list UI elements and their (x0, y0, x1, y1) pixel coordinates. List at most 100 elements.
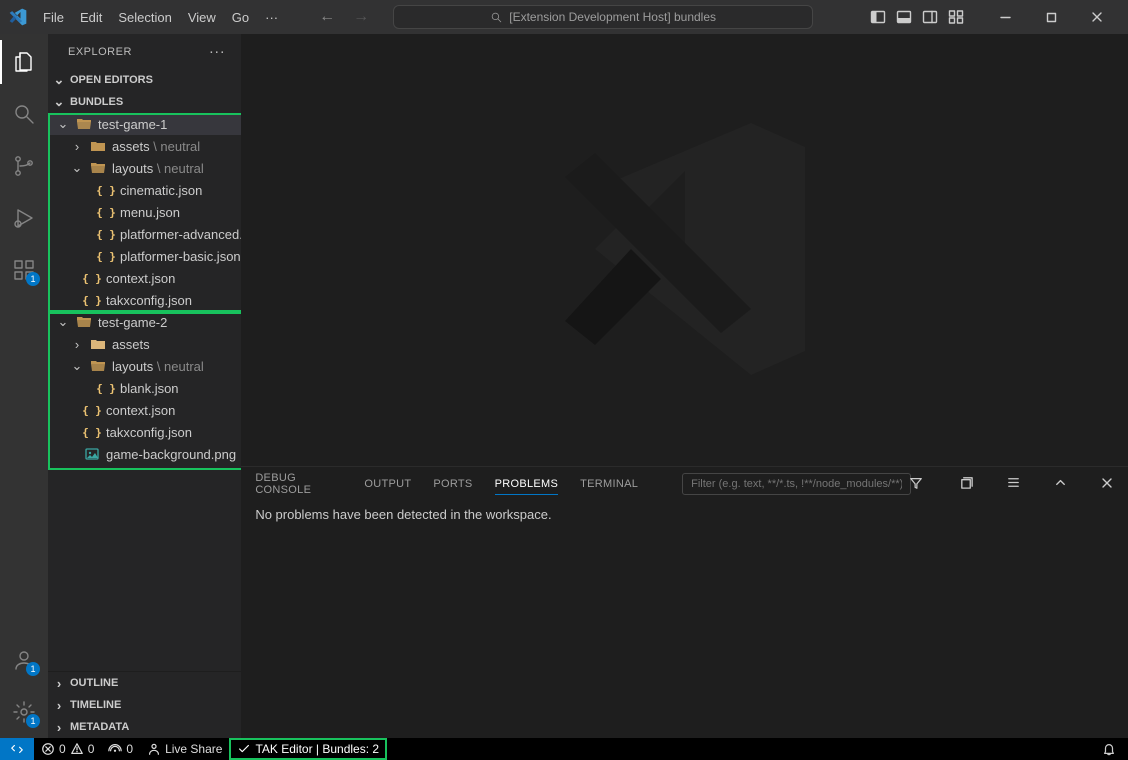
tab-ports[interactable]: PORTS (433, 474, 472, 494)
tab-terminal[interactable]: TERMINAL (580, 474, 638, 494)
bottom-panel: DEBUG CONSOLE OUTPUT PORTS PROBLEMS TERM… (241, 466, 1128, 738)
tree-folder-test-game-2[interactable]: ⌄ test-game-2 (48, 311, 241, 333)
layout-customize-icon[interactable] (948, 9, 964, 25)
tree-label: game-background.png (106, 447, 236, 462)
tree-folder-assets[interactable]: › assets \ neutral (48, 135, 241, 157)
activity-search[interactable] (0, 92, 48, 136)
tree-label: context.json (106, 403, 175, 418)
json-icon: { } (84, 270, 100, 286)
section-metadata[interactable]: ›METADATA (48, 716, 241, 738)
sidebar-more-icon[interactable]: ··· (209, 43, 226, 60)
window-maximize-icon[interactable] (1028, 0, 1074, 34)
json-icon: { } (84, 402, 100, 418)
layout-sidebar-left-icon[interactable] (870, 9, 886, 25)
status-ports-count: 0 (126, 742, 133, 756)
activity-scm[interactable] (0, 144, 48, 188)
command-center[interactable]: [Extension Development Host] bundles (393, 5, 813, 29)
sidebar-explorer: EXPLORER ··· ⌄ OPEN EDITORS ⌄ BUNDLES ⌄ … (48, 34, 241, 738)
tree-label: takxconfig.json (106, 293, 192, 308)
tree-label: context.json (106, 271, 175, 286)
folder-open-icon (90, 358, 106, 374)
status-errors-warnings[interactable]: 0 0 (34, 738, 101, 760)
activity-extensions[interactable]: 1 (0, 248, 48, 292)
tree-file[interactable]: { }platformer-basic.json (48, 245, 241, 267)
menu-more[interactable]: ··· (258, 6, 285, 29)
title-bar: File Edit Selection View Go ··· ← → [Ext… (0, 0, 1128, 34)
panel-tabs: DEBUG CONSOLE OUTPUT PORTS PROBLEMS TERM… (241, 467, 1128, 501)
sidebar-collapsed-sections: ›OUTLINE ›TIMELINE ›METADATA (48, 671, 241, 738)
tab-output[interactable]: OUTPUT (364, 474, 411, 494)
menu-edit[interactable]: Edit (73, 6, 109, 29)
collapse-all-icon[interactable] (959, 475, 974, 493)
tree-file[interactable]: game-background.png (48, 443, 241, 465)
menu-go[interactable]: Go (225, 6, 256, 29)
layout-panel-icon[interactable] (896, 9, 912, 25)
chevron-right-icon: › (52, 698, 66, 713)
sidebar-title: EXPLORER ··· (48, 34, 241, 69)
window-close-icon[interactable] (1074, 0, 1120, 34)
editor-canvas (241, 34, 1128, 466)
status-notifications[interactable] (1090, 738, 1128, 760)
tree-label: cinematic.json (120, 183, 202, 198)
command-center-text: [Extension Development Host] bundles (509, 10, 716, 24)
tree-file[interactable]: { } context.json (48, 399, 241, 421)
tree-folder-test-game-1[interactable]: ⌄ test-game-1 (48, 113, 241, 135)
tab-problems[interactable]: PROBLEMS (495, 474, 559, 495)
section-label: BUNDLES (70, 96, 123, 108)
activity-settings[interactable]: 1 (0, 690, 48, 734)
section-outline[interactable]: ›OUTLINE (48, 672, 241, 694)
tab-debug-console[interactable]: DEBUG CONSOLE (255, 468, 342, 500)
remote-indicator[interactable] (0, 738, 34, 760)
editor-area: DEBUG CONSOLE OUTPUT PORTS PROBLEMS TERM… (241, 34, 1128, 738)
status-errors-count: 0 (59, 742, 66, 756)
menu-selection[interactable]: Selection (111, 6, 178, 29)
chevron-down-icon: ⌄ (70, 358, 84, 374)
tree-label: test-game-2 (98, 315, 167, 330)
tree-file[interactable]: { }platformer-advanced.json (48, 223, 241, 245)
tree-file[interactable]: { } context.json (48, 267, 241, 289)
chevron-down-icon: ⌄ (52, 94, 66, 110)
nav-back-icon[interactable]: ← (319, 8, 335, 26)
problems-filter-input[interactable] (682, 473, 911, 495)
tree-file[interactable]: { }menu.json (48, 201, 241, 223)
filter-icon[interactable] (909, 476, 923, 493)
tree-folder-layouts[interactable]: ⌄ layouts \ neutral (48, 157, 241, 179)
status-tak-label: TAK Editor | Bundles: 2 (255, 742, 379, 756)
layout-sidebar-right-icon[interactable] (922, 9, 938, 25)
tree-file[interactable]: { }blank.json (48, 377, 241, 399)
tree-file[interactable]: { }cinematic.json (48, 179, 241, 201)
view-as-list-icon[interactable] (1006, 475, 1021, 493)
settings-badge: 1 (26, 714, 40, 728)
section-label: OPEN EDITORS (70, 74, 153, 86)
section-bundles[interactable]: ⌄ BUNDLES (48, 91, 241, 113)
chevron-right-icon: › (52, 676, 66, 691)
window-minimize-icon[interactable] (982, 0, 1028, 34)
section-timeline[interactable]: ›TIMELINE (48, 694, 241, 716)
chevron-down-icon: ⌄ (56, 116, 70, 132)
activity-bar: 1 1 1 (0, 34, 48, 738)
status-tak-editor[interactable]: TAK Editor | Bundles: 2 (229, 738, 387, 760)
window-controls (982, 0, 1120, 34)
status-ports[interactable]: 0 (101, 738, 140, 760)
tree-file[interactable]: { }takxconfig.json (48, 289, 241, 311)
extensions-badge: 1 (26, 272, 40, 286)
maximize-panel-icon[interactable] (1053, 475, 1068, 493)
activity-accounts[interactable]: 1 (0, 638, 48, 682)
nav-forward-icon[interactable]: → (353, 8, 369, 26)
run-debug-icon (12, 206, 36, 230)
status-live-share[interactable]: Live Share (140, 738, 229, 760)
folder-open-icon (76, 116, 92, 132)
tree-file[interactable]: { }takxconfig.json (48, 421, 241, 443)
accounts-badge: 1 (26, 662, 40, 676)
tree-label: takxconfig.json (106, 425, 192, 440)
section-open-editors[interactable]: ⌄ OPEN EDITORS (48, 69, 241, 91)
chevron-down-icon: ⌄ (56, 314, 70, 330)
menu-file[interactable]: File (36, 6, 71, 29)
tree-folder-layouts[interactable]: ⌄ layouts \ neutral (48, 355, 241, 377)
chevron-down-icon: ⌄ (70, 160, 84, 176)
activity-explorer[interactable] (0, 40, 48, 84)
activity-run[interactable] (0, 196, 48, 240)
tree-folder-assets[interactable]: › assets (48, 333, 241, 355)
menu-view[interactable]: View (181, 6, 223, 29)
close-panel-icon[interactable] (1100, 476, 1114, 493)
